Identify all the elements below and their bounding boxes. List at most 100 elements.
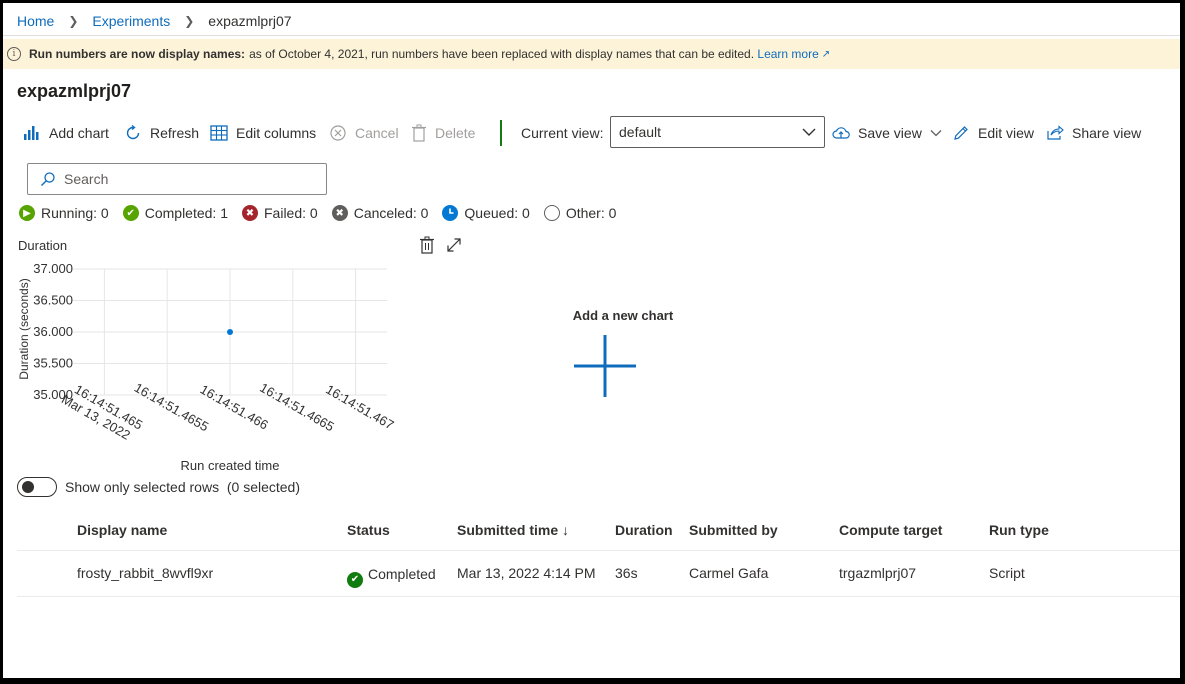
- edit-columns-button[interactable]: Edit columns: [210, 121, 316, 145]
- table-columns-icon: [210, 125, 228, 141]
- info-icon: i: [7, 47, 21, 61]
- column-header-submitted-time[interactable]: Submitted time ↓: [457, 522, 569, 538]
- clock-icon: [442, 205, 459, 221]
- error-icon: ✖: [242, 205, 258, 221]
- chevron-right-icon: ❯: [184, 14, 195, 28]
- column-header-display-name[interactable]: Display name: [77, 522, 167, 538]
- x-axis-label: Run created time: [181, 458, 280, 473]
- delete-label: Delete: [435, 125, 476, 141]
- breadcrumb-home[interactable]: Home: [17, 13, 54, 29]
- column-header-duration[interactable]: Duration: [615, 522, 673, 538]
- column-header-status[interactable]: Status: [347, 522, 390, 538]
- bar-chart-icon: [24, 126, 39, 140]
- breadcrumb: Home ❯ Experiments ❯ expazmlprj07: [17, 11, 292, 31]
- share-icon: [1047, 125, 1064, 140]
- status-filter-completed[interactable]: ✔ Completed: 1: [122, 205, 228, 221]
- status-filter-label: Other: 0: [565, 205, 617, 221]
- duration-chart: 37.00036.50036.00035.50035.000 16:14:51.…: [17, 261, 396, 473]
- x-tick-label: 16:14:51.4655: [132, 380, 212, 435]
- status-filters: ▶ Running: 0 ✔ Completed: 1 ✖ Failed: 0 …: [19, 205, 630, 221]
- run-display-name-link[interactable]: frosty_rabbit_8wvfl9xr: [77, 565, 213, 581]
- run-duration: 36s: [615, 565, 638, 581]
- status-filter-canceled[interactable]: ✖ Canceled: 0: [331, 205, 429, 221]
- toggle-label-text: Show only selected rows: [65, 479, 220, 495]
- header-divider: [17, 550, 1180, 551]
- chevron-right-icon: ❯: [68, 14, 79, 28]
- save-view-label: Save view: [858, 125, 922, 141]
- status-filter-other[interactable]: Other: 0: [543, 205, 617, 221]
- refresh-label: Refresh: [150, 125, 200, 141]
- edit-view-button[interactable]: Edit view: [952, 121, 1034, 145]
- show-selected-toggle[interactable]: [17, 477, 57, 497]
- run-status-text: Completed: [368, 566, 436, 582]
- banner-bold-text: Run numbers are now display names:: [29, 47, 246, 61]
- y-tick-label: 37.000: [33, 261, 73, 276]
- plus-icon[interactable]: [574, 335, 636, 397]
- y-tick-label: 36.500: [33, 293, 73, 308]
- search-icon: [41, 172, 55, 186]
- add-new-chart-label[interactable]: Add a new chart: [533, 308, 713, 323]
- page-title: expazmlprj07: [17, 81, 132, 101]
- y-tick-label: 35.500: [33, 356, 73, 371]
- toggle-label: Show only selected rows (0 selected): [65, 479, 300, 495]
- status-filter-label: Queued: 0: [464, 205, 530, 221]
- run-status: ✔ Completed: [347, 566, 436, 588]
- chart-title: Duration: [18, 238, 68, 253]
- add-chart-button[interactable]: Add chart: [23, 121, 109, 145]
- chevron-down-icon: [802, 128, 816, 136]
- search-input[interactable]: Search: [27, 163, 327, 195]
- compute-target-link[interactable]: trgazmlprj07: [839, 565, 916, 581]
- x-tick: 16:14:51.4655: [132, 380, 212, 435]
- breadcrumb-experiments[interactable]: Experiments: [92, 13, 170, 29]
- banner-text: as of October 4, 2021, run numbers have …: [249, 47, 755, 61]
- edit-view-label: Edit view: [978, 125, 1035, 141]
- info-banner: i Run numbers are now display names: as …: [3, 39, 1180, 69]
- cancel-button[interactable]: Cancel: [329, 121, 399, 145]
- chevron-down-icon: [930, 130, 942, 137]
- column-header-run-type[interactable]: Run type: [989, 522, 1049, 538]
- y-axis-label: Duration (seconds): [17, 278, 31, 379]
- data-point[interactable]: [227, 329, 233, 335]
- external-link-icon: ↗: [821, 48, 831, 60]
- save-view-button[interactable]: Save view: [832, 121, 942, 145]
- app-frame: Home ❯ Experiments ❯ expazmlprj07 i Run …: [3, 3, 1180, 678]
- status-filter-label: Completed: 1: [144, 205, 228, 221]
- toolbar-divider: [500, 120, 502, 146]
- learn-more-link[interactable]: Learn more: [757, 47, 818, 61]
- selected-count: (0 selected): [226, 479, 301, 495]
- trash-icon: [412, 124, 426, 142]
- refresh-icon: [126, 124, 140, 140]
- expand-icon[interactable]: [445, 236, 463, 254]
- refresh-button[interactable]: Refresh: [124, 121, 199, 145]
- breadcrumb-current: expazmlprj07: [208, 13, 292, 29]
- current-view-dropdown[interactable]: default: [610, 116, 825, 148]
- share-view-label: Share view: [1072, 125, 1142, 141]
- cancel-label: Cancel: [355, 125, 399, 141]
- status-filter-failed[interactable]: ✖ Failed: 0: [242, 205, 318, 221]
- row-divider: [17, 596, 1180, 597]
- x-tick-label: 16:14:51.4665: [257, 380, 337, 435]
- empty-circle-icon: [543, 205, 560, 221]
- cancel-icon: ✖: [331, 205, 348, 221]
- run-type: Script: [989, 565, 1025, 581]
- status-filter-label: Canceled: 0: [353, 205, 429, 221]
- status-filter-label: Failed: 0: [264, 205, 318, 221]
- add-chart-label: Add chart: [49, 125, 109, 141]
- current-view-label: Current view:: [521, 125, 604, 141]
- column-header-compute-target[interactable]: Compute target: [839, 522, 942, 538]
- status-filter-running[interactable]: ▶ Running: 0: [19, 205, 109, 221]
- share-view-button[interactable]: Share view: [1046, 121, 1141, 145]
- column-header-submitted-by[interactable]: Submitted by: [689, 522, 778, 538]
- trash-icon[interactable]: [419, 236, 435, 254]
- search-placeholder: Search: [64, 171, 109, 187]
- x-tick: 16:14:51.4665: [257, 380, 337, 435]
- status-filter-queued[interactable]: Queued: 0: [442, 205, 530, 221]
- delete-button[interactable]: Delete: [411, 121, 475, 145]
- chart-tools: [419, 236, 463, 254]
- status-filter-label: Running: 0: [41, 205, 109, 221]
- current-view-value: default: [619, 124, 662, 140]
- run-submitted-time: Mar 13, 2022 4:14 PM: [457, 565, 596, 581]
- checkmark-icon: ✔: [122, 205, 139, 221]
- cloud-upload-icon: [832, 127, 850, 139]
- toggle-knob: [22, 481, 34, 493]
